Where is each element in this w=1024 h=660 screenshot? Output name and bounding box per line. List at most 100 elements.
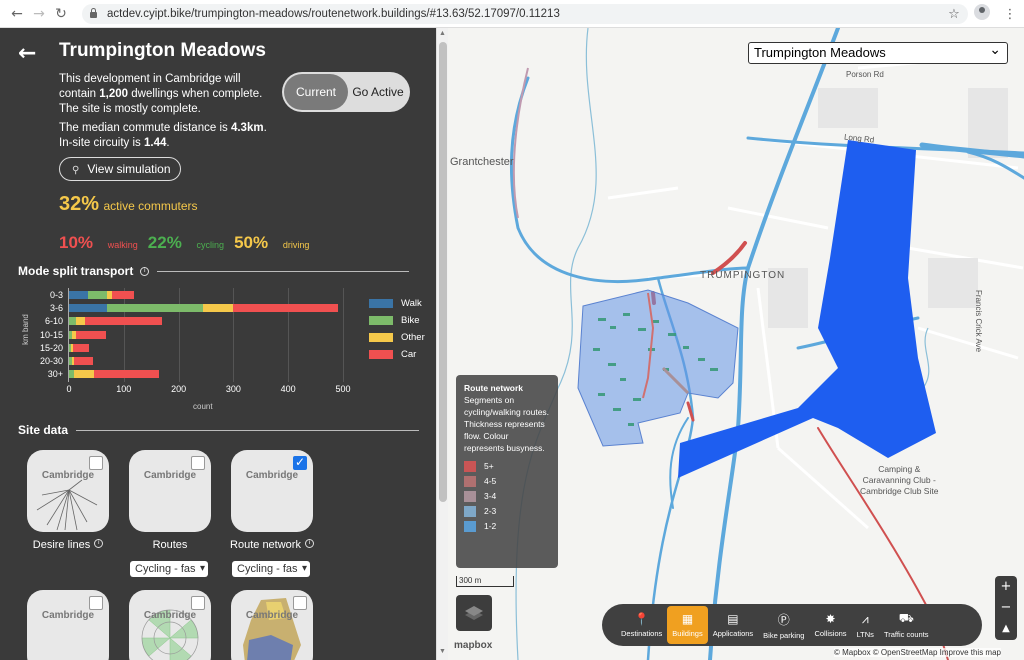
legend-label: Car — [401, 349, 417, 360]
legend-label: Other — [401, 332, 425, 343]
desire-lines-card[interactable]: Cambridge — [27, 450, 109, 532]
forward-arrow-icon[interactable]: → — [28, 6, 50, 22]
median-commute-value: 4.3km — [230, 122, 264, 134]
routes-mode-select[interactable]: Cycling - fas — [130, 561, 208, 577]
routes-card[interactable]: Cambridge — [129, 450, 211, 532]
toolbar-collisions-button[interactable]: ✸ Collisions — [809, 606, 851, 644]
compass-button[interactable]: ▲ — [995, 618, 1017, 639]
active-commuters-label: active commuters — [103, 199, 198, 213]
mode-share-label: walking — [107, 240, 138, 250]
site-card[interactable]: Cambridge — [27, 590, 109, 660]
card-map-label: Cambridge — [143, 610, 197, 621]
gridline — [288, 288, 290, 382]
y-tick-label: 0-3 — [49, 290, 63, 300]
legend-swatch — [369, 350, 393, 359]
card-checkbox[interactable] — [293, 596, 307, 610]
x-tick-label: 500 — [335, 384, 351, 394]
site-select[interactable]: Trumpington Meadows — [748, 40, 1008, 64]
dwellings-count: 1,200 — [99, 88, 129, 100]
trumpington-label: TRUMPINGTON — [700, 270, 786, 281]
mode-shares: 10% walking 22% cycling 50% driving — [59, 233, 319, 253]
scrollbar-thumb[interactable] — [439, 42, 447, 502]
zoom-in-button[interactable]: + — [995, 576, 1017, 597]
route-network-checkbox[interactable] — [293, 455, 307, 470]
toolbar-applications-button[interactable]: ▤ Applications — [708, 606, 758, 644]
current-toggle-button[interactable]: Current — [284, 74, 348, 110]
reload-icon[interactable]: ↻ — [50, 6, 72, 22]
back-arrow-icon[interactable]: ← — [6, 6, 28, 22]
layers-icon — [465, 606, 483, 620]
commute-stats: The median commute distance is 4.3km. In… — [59, 122, 267, 149]
profile-icon[interactable] — [968, 4, 996, 24]
toolbar-destinations-button[interactable]: 📍 Destinations — [616, 606, 667, 644]
collision-icon: ✸ — [825, 612, 836, 626]
legend-row: 3-4 — [464, 490, 550, 502]
toolbar-bike-parking-button[interactable]: Ⓟ Bike parking — [758, 606, 809, 644]
info-icon[interactable]: i — [94, 539, 104, 548]
toolbar-buildings-button[interactable]: ▦ Buildings — [667, 606, 708, 644]
desire-lines-checkbox[interactable] — [89, 456, 103, 470]
bar-car-10-15 — [76, 330, 107, 339]
kebab-menu-icon[interactable]: ⋮ — [996, 7, 1024, 22]
panel-scrollbar[interactable]: ▲ ▼ — [436, 28, 448, 660]
gridline — [233, 288, 235, 382]
route-network-card[interactable]: Cambridge — [231, 450, 313, 532]
legend-row: 5+ — [464, 460, 550, 472]
route-network-label: Route network i — [217, 539, 327, 551]
x-tick-label: 200 — [171, 384, 187, 394]
zoom-out-button[interactable]: − — [995, 597, 1017, 618]
bar-car-30+ — [93, 370, 160, 379]
route-network-mode-select[interactable]: Cycling - fas — [232, 561, 310, 577]
info-icon[interactable]: i — [304, 539, 314, 548]
toolbar-label: Bike parking — [763, 630, 805, 640]
bar-car-6-10 — [85, 317, 163, 326]
map-attribution[interactable]: © Mapbox © OpenStreetMap Improve this ma… — [834, 648, 1001, 657]
active-commuters: 32% active commuters — [59, 193, 198, 216]
legend-walk: Walk — [369, 298, 422, 309]
legend-label: 5+ — [484, 461, 494, 471]
legend-swatch — [369, 333, 393, 342]
scroll-up-icon[interactable]: ▲ — [439, 30, 446, 37]
go-active-toggle-button[interactable]: Go Active — [348, 74, 408, 110]
divider — [157, 270, 410, 272]
bar-car-0-3 — [111, 291, 134, 299]
legend-row: 1-2 — [464, 520, 550, 532]
legend-swatch — [464, 505, 476, 517]
star-icon[interactable]: ☆ — [940, 7, 968, 22]
zones-card[interactable]: Cambridge — [231, 590, 313, 660]
legend-row: 4-5 — [464, 475, 550, 487]
map-canvas[interactable]: Grantchester TRUMPINGTON Porson Rd Long … — [448, 28, 1024, 660]
card-checkbox[interactable] — [191, 596, 205, 610]
legend-label: Walk — [401, 298, 422, 309]
grantchester-label: Grantchester — [450, 156, 514, 168]
card-map-label: Cambridge — [41, 610, 95, 621]
address-bar[interactable]: actdev.cyipt.bike/trumpington-meadows/ro… — [82, 4, 968, 24]
camping-label: Camping & Caravanning Club - Cambridge C… — [860, 464, 939, 496]
x-tick-label: 400 — [280, 384, 296, 394]
legend-row: 2-3 — [464, 505, 550, 517]
toolbar-label: Traffic counts — [883, 630, 929, 639]
y-tick-label: 30+ — [47, 369, 63, 380]
x-tick-label: 0 — [66, 384, 72, 394]
isochrone-card[interactable]: Cambridge — [129, 590, 211, 660]
toolbar-traffic-counts-button[interactable]: ⛟ Traffic counts — [879, 606, 934, 644]
x-axis-title: count — [193, 402, 213, 411]
legend-swatch — [369, 316, 393, 325]
mode-share-walking: 10% walking — [59, 233, 138, 253]
routes-checkbox[interactable] — [191, 456, 205, 470]
back-arrow-icon[interactable]: ← — [18, 41, 36, 66]
bar-car-20-30 — [73, 357, 94, 365]
bar-car-3-6 — [233, 304, 338, 313]
card-map-label: Cambridge — [245, 470, 299, 481]
y-tick-label: 15-20 — [39, 342, 63, 353]
legend-description: Segments on cycling/walking routes. Thic… — [464, 395, 550, 453]
scroll-down-icon[interactable]: ▼ — [439, 648, 446, 655]
site-data-heading: Site data — [18, 423, 420, 437]
mode-share-pct: 22% — [147, 233, 182, 252]
view-simulation-button[interactable]: ⚲ View simulation — [59, 157, 181, 181]
info-icon[interactable]: i — [140, 266, 150, 276]
divider — [76, 429, 420, 431]
layers-button[interactable] — [456, 595, 492, 631]
toolbar-ltns-button[interactable]: ⩘ LTNs — [852, 606, 879, 644]
card-checkbox[interactable] — [89, 596, 103, 610]
